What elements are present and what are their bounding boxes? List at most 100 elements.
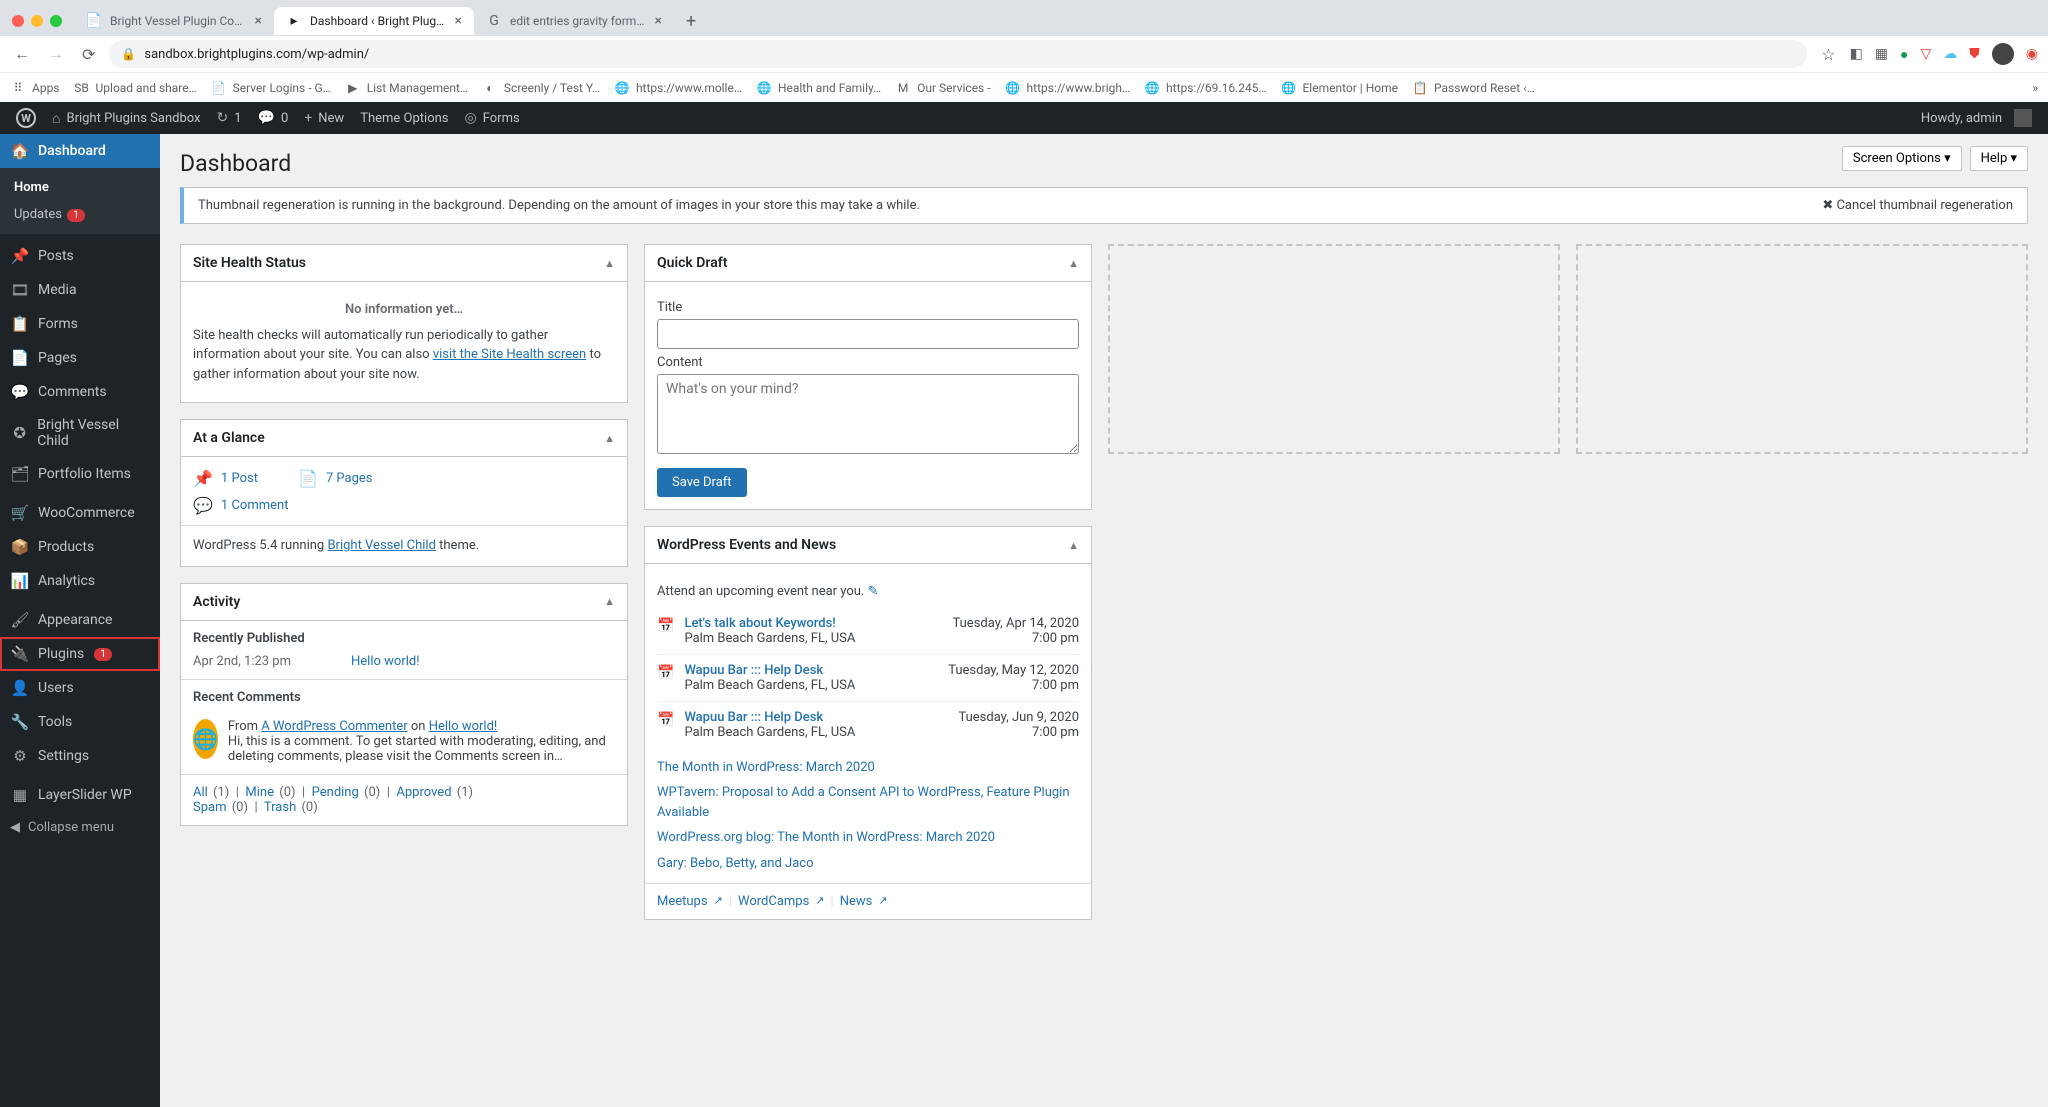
comments-link[interactable]: 1 Comment — [221, 498, 289, 513]
bookmark-star-icon[interactable]: ☆ — [1817, 41, 1839, 68]
reload-button[interactable]: ⟳ — [78, 41, 99, 68]
wordcamps-link[interactable]: WordCamps — [738, 894, 809, 909]
menu-item[interactable]: 🛒WooCommerce — [0, 496, 160, 530]
howdy[interactable]: Howdy, admin — [1913, 109, 2040, 127]
back-button[interactable]: ← — [10, 40, 34, 68]
menu-item[interactable]: 🔧Tools — [0, 705, 160, 739]
draft-title-input[interactable] — [657, 319, 1079, 349]
meetups-link[interactable]: Meetups — [657, 894, 708, 909]
filter-trash[interactable]: Trash — [264, 800, 296, 815]
posts-link[interactable]: 1 Post — [221, 471, 258, 486]
menu-item[interactable]: 📌Posts — [0, 239, 160, 273]
commenter-link[interactable]: A WordPress Commenter — [261, 719, 407, 734]
menu-item[interactable]: 📊Analytics — [0, 564, 160, 598]
menu-item[interactable]: 🗂Portfolio Items — [0, 457, 160, 491]
ext-icon[interactable]: ☁ — [1943, 46, 1957, 62]
bookmark-item[interactable]: SBUpload and share… — [74, 80, 197, 96]
bookmark-item[interactable]: ⠿Apps — [10, 80, 60, 96]
browser-tab[interactable]: 📄Bright Vessel Plugin Copy - Go× — [74, 7, 274, 35]
menu-item[interactable]: 📄Pages — [0, 341, 160, 375]
close-window[interactable] — [12, 15, 24, 27]
bookmark-item[interactable]: 🌐https://www.molle… — [614, 80, 742, 96]
browser-tab[interactable]: Gedit entries gravity forms - Go× — [474, 7, 674, 35]
menu-dashboard[interactable]: 🏠Dashboard — [0, 134, 160, 168]
menu-item[interactable]: 📋Forms — [0, 307, 160, 341]
empty-column[interactable] — [1108, 244, 1560, 454]
submenu-home[interactable]: Home — [0, 174, 160, 201]
maximize-window[interactable] — [50, 15, 62, 27]
ext-icon[interactable]: ◉ — [2026, 46, 2038, 62]
filter-mine[interactable]: Mine — [245, 785, 274, 800]
menu-item[interactable]: 💬Comments — [0, 375, 160, 409]
menu-item[interactable]: 👤Users — [0, 671, 160, 705]
filter-all[interactable]: All — [193, 785, 208, 800]
bookmark-item[interactable]: 🌐https://69.16.245… — [1144, 80, 1266, 96]
ext-icon[interactable]: ◧ — [1850, 46, 1863, 62]
tab-close-icon[interactable]: × — [255, 13, 262, 29]
collapse-menu[interactable]: ◀Collapse menu — [0, 812, 160, 843]
bookmark-item[interactable]: 📋Password Reset ‹… — [1412, 80, 1535, 96]
bookmark-item[interactable]: 🌐Health and Family… — [756, 80, 881, 96]
bookmark-item[interactable]: 🌐https://www.brigh… — [1005, 80, 1130, 96]
menu-item[interactable]: 🖌Appearance — [0, 603, 160, 637]
site-name[interactable]: ⌂Bright Plugins Sandbox — [44, 110, 209, 127]
help-button[interactable]: Help ▾ — [1970, 146, 2028, 171]
event-link[interactable]: Wapuu Bar ::: Help Desk — [684, 663, 823, 678]
news-link[interactable]: The Month in WordPress: March 2020 — [657, 760, 875, 775]
ext-icon[interactable]: ▽ — [1921, 46, 1932, 62]
cancel-regeneration[interactable]: ✖ Cancel thumbnail regeneration — [1822, 198, 2013, 213]
save-draft-button[interactable]: Save Draft — [657, 468, 747, 497]
bookmarks-overflow[interactable]: » — [2032, 81, 2038, 95]
toggle-icon[interactable]: ▲ — [1068, 539, 1079, 552]
menu-item[interactable]: ⚙Settings — [0, 739, 160, 773]
toggle-icon[interactable]: ▲ — [1068, 257, 1079, 270]
theme-options[interactable]: Theme Options — [352, 111, 456, 126]
event-link[interactable]: Let's talk about Keywords! — [684, 616, 835, 631]
ext-icon[interactable]: ▦ — [1875, 46, 1888, 62]
comments-link[interactable]: 💬0 — [250, 110, 297, 126]
event-link[interactable]: Wapuu Bar ::: Help Desk — [684, 710, 823, 725]
new-content[interactable]: +New — [296, 110, 352, 126]
news-link[interactable]: Gary: Bebo, Betty, and Jaco — [657, 856, 813, 871]
bookmark-item[interactable]: ◐Screenly / Test Y… — [482, 80, 600, 96]
minimize-window[interactable] — [31, 15, 43, 27]
site-health-link[interactable]: visit the Site Health screen — [433, 347, 586, 362]
browser-tab[interactable]: ▸Dashboard ‹ Bright Plugins Sa…× — [274, 7, 474, 35]
toggle-icon[interactable]: ▲ — [604, 432, 615, 445]
submenu-updates[interactable]: Updates 1 — [0, 201, 160, 228]
menu-item[interactable]: ✪Bright Vessel Child — [0, 409, 160, 457]
bookmark-item[interactable]: 🌐Elementor | Home — [1280, 80, 1398, 96]
theme-link[interactable]: Bright Vessel Child — [327, 538, 435, 553]
profile-avatar[interactable] — [1992, 43, 2014, 65]
forms-link[interactable]: ◎Forms — [457, 110, 528, 126]
menu-item[interactable]: 📦Products — [0, 530, 160, 564]
forward-button[interactable]: → — [44, 40, 68, 68]
post-link[interactable]: Hello world! — [351, 654, 420, 669]
ext-icon[interactable]: ⛊ — [1969, 46, 1980, 62]
toggle-icon[interactable]: ▲ — [604, 257, 615, 270]
menu-item[interactable]: 🎞Media — [0, 273, 160, 307]
ext-icon[interactable]: ● — [1900, 46, 1908, 63]
draft-content-input[interactable] — [657, 374, 1079, 454]
new-tab-button[interactable]: + — [678, 7, 704, 36]
bookmark-item[interactable]: MOur Services - — [895, 80, 990, 96]
updates-link[interactable]: ↻1 — [209, 110, 250, 126]
filter-spam[interactable]: Spam — [193, 800, 227, 815]
filter-pending[interactable]: Pending — [312, 785, 359, 800]
bookmark-item[interactable]: ▶List Management… — [345, 80, 468, 96]
menu-item[interactable]: ▦LayerSlider WP — [0, 778, 160, 812]
bookmark-item[interactable]: 📄Server Logins - G… — [211, 80, 331, 96]
comment-post-link[interactable]: Hello world! — [429, 719, 498, 734]
edit-location-icon[interactable]: ✎ — [868, 584, 879, 599]
empty-column[interactable] — [1576, 244, 2028, 454]
toggle-icon[interactable]: ▲ — [604, 595, 615, 608]
news-link[interactable]: News — [840, 894, 873, 909]
news-link[interactable]: WordPress.org blog: The Month in WordPre… — [657, 830, 995, 845]
screen-options-button[interactable]: Screen Options ▾ — [1842, 146, 1962, 171]
news-link[interactable]: WPTavern: Proposal to Add a Consent API … — [657, 785, 1070, 820]
tab-close-icon[interactable]: × — [455, 13, 462, 29]
url-field[interactable]: 🔒 sandbox.brightplugins.com/wp-admin/ — [109, 40, 1807, 68]
pages-link[interactable]: 7 Pages — [326, 471, 373, 486]
tab-close-icon[interactable]: × — [655, 13, 662, 29]
menu-item[interactable]: 🔌Plugins1 — [0, 637, 160, 671]
